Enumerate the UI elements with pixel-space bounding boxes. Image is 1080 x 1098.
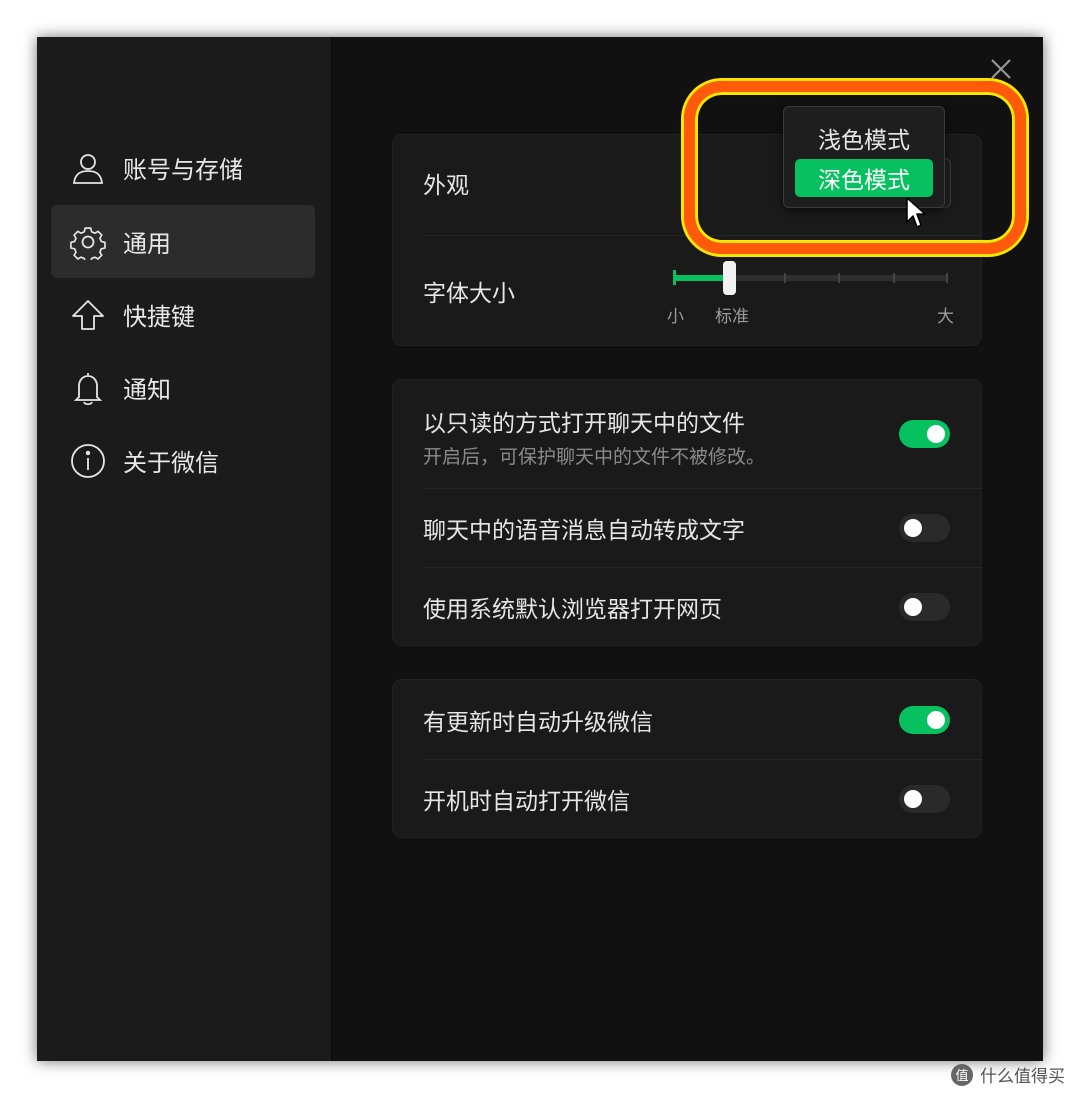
toggle-knob <box>904 790 922 808</box>
setting-label: 有更新时自动升级微信 <box>423 710 653 736</box>
sidebar-item-label: 账号与存储 <box>123 156 243 184</box>
sidebar-item-account-storage[interactable]: 账号与存储 <box>51 131 315 204</box>
setting-row-voice-to-text: 聊天中的语音消息自动转成文字 <box>423 506 981 550</box>
toggle-default-browser[interactable] <box>899 593 950 621</box>
watermark-logo-icon: 值 <box>951 1063 973 1086</box>
slider-label-small: 小 <box>667 307 684 327</box>
highlight-annotation <box>684 81 1026 254</box>
slider-tick <box>946 273 948 283</box>
toggle-knob <box>927 425 945 443</box>
toggle-auto-update[interactable] <box>899 706 950 734</box>
divider <box>423 759 981 760</box>
slider-thumb[interactable] <box>723 261 736 295</box>
sidebar-item-about[interactable]: 关于微信 <box>51 424 315 497</box>
setting-row-launch-at-startup: 开机时自动打开微信 <box>423 777 981 821</box>
font-size-label: 字体大小 <box>423 281 515 307</box>
close-button[interactable] <box>987 55 1015 83</box>
toggle-knob <box>904 519 922 537</box>
divider <box>423 488 981 489</box>
user-icon <box>69 149 107 187</box>
setting-description: 开启后，可保护聊天中的文件不被修改。 <box>423 446 766 468</box>
sidebar-item-label: 通知 <box>123 376 171 404</box>
appearance-label: 外观 <box>423 173 469 199</box>
slider-tick <box>784 273 786 283</box>
bell-icon <box>69 369 107 407</box>
toggle-readonly-files[interactable] <box>899 420 950 448</box>
slider-label-large: 大 <box>937 307 954 327</box>
slider-fill <box>673 275 728 281</box>
toggle-knob <box>904 598 922 616</box>
sidebar: 账号与存储 通用 快捷键 通知 关于微信 <box>37 37 332 1061</box>
setting-row-auto-update: 有更新时自动升级微信 <box>423 698 981 742</box>
sidebar-item-label: 快捷键 <box>123 303 195 331</box>
toggle-launch-at-startup[interactable] <box>899 785 950 813</box>
setting-label: 以只读的方式打开聊天中的文件 <box>423 411 745 437</box>
mouse-cursor-icon <box>906 197 926 228</box>
setting-row-readonly: 以只读的方式打开聊天中的文件 开启后，可保护聊天中的文件不被修改。 <box>423 404 981 468</box>
svg-text:值: 值 <box>955 1068 968 1084</box>
sidebar-item-label: 通用 <box>123 230 171 258</box>
sidebar-item-notifications[interactable]: 通知 <box>51 351 315 424</box>
slider-label-standard: 标准 <box>715 307 749 327</box>
setting-label: 聊天中的语音消息自动转成文字 <box>423 518 745 544</box>
slider-start-mark <box>673 270 676 285</box>
gear-icon <box>69 223 107 261</box>
sidebar-item-shortcuts[interactable]: 快捷键 <box>51 278 315 351</box>
setting-label: 开机时自动打开微信 <box>423 789 630 815</box>
sidebar-item-label: 关于微信 <box>123 449 219 477</box>
watermark-text: 什么值得买 <box>980 1067 1065 1087</box>
slider-tick <box>893 273 895 283</box>
setting-label: 使用系统默认浏览器打开网页 <box>423 597 722 623</box>
update-settings-card: 有更新时自动升级微信 开机时自动打开微信 <box>392 679 982 838</box>
setting-row-default-browser: 使用系统默认浏览器打开网页 <box>423 585 981 629</box>
toggle-voice-to-text[interactable] <box>899 514 950 542</box>
watermark: 值 什么值得买 <box>950 1062 1065 1087</box>
divider <box>423 567 981 568</box>
chat-settings-card: 以只读的方式打开聊天中的文件 开启后，可保护聊天中的文件不被修改。 聊天中的语音… <box>392 379 982 646</box>
close-icon <box>991 59 1011 79</box>
toggle-knob <box>927 711 945 729</box>
sidebar-item-general[interactable]: 通用 <box>51 205 315 278</box>
slider-tick <box>838 273 840 283</box>
info-icon <box>69 442 107 480</box>
arrow-up-icon <box>69 296 107 334</box>
